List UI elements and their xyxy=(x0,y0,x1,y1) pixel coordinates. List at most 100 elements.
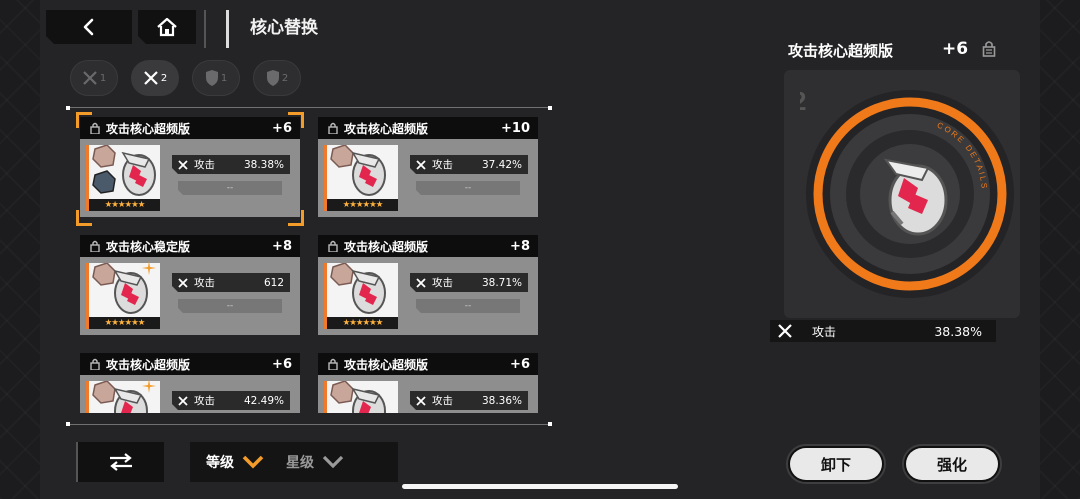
crossed-swords-icon xyxy=(416,160,426,170)
stat-row: 攻击 38.71% xyxy=(410,273,528,292)
frame-corner xyxy=(66,106,70,110)
core-name: 攻击核心超频版 xyxy=(344,239,429,254)
core-card[interactable]: 攻击核心超频版 +10 ★★★★★★ 攻击 37.42% -- xyxy=(318,117,538,219)
core-card[interactable]: 攻击核心超频版 +6 ★★★★★★ 攻击 38.36% -- xyxy=(318,353,538,413)
core-name: 攻击核心超频版 xyxy=(344,121,429,136)
core-list[interactable]: 攻击核心超频版 +6 ★★★★★★ 攻击 38.38% -- 攻击核心超频版 +… xyxy=(80,117,540,413)
card-body: ★★★★★★ 攻击 42.49% -- xyxy=(80,375,300,413)
core-gem-icon xyxy=(330,263,386,314)
lock-icon[interactable] xyxy=(982,40,996,57)
core-gem-icon xyxy=(330,381,386,413)
card-body: ★★★★★★ 攻击 38.38% -- xyxy=(80,139,300,217)
chevron-down-icon xyxy=(242,455,264,469)
lock-icon xyxy=(90,240,100,252)
stat-value: 37.42% xyxy=(481,158,522,171)
card-body: ★★★★★★ 攻击 612 -- xyxy=(80,257,300,335)
lock-icon xyxy=(328,240,338,252)
crossed-swords-icon xyxy=(178,278,188,288)
core-level: +6 xyxy=(272,356,292,372)
frame-corner xyxy=(548,106,552,110)
stat-label: 攻击 xyxy=(432,395,453,407)
lock-icon xyxy=(328,122,338,134)
card-header: 攻击核心超频版 +6 xyxy=(318,353,538,375)
sparkle-icon xyxy=(142,261,156,275)
stat-row: 攻击 37.42% xyxy=(410,155,528,174)
core-gem-icon xyxy=(92,145,156,196)
home-button[interactable] xyxy=(138,10,196,44)
card-header: 攻击核心稳定版 +8 xyxy=(80,235,300,257)
core-level: +8 xyxy=(510,238,530,254)
core-card[interactable]: 攻击核心超频版 +6 ★★★★★★ 攻击 38.38% -- xyxy=(80,117,300,219)
lock-icon xyxy=(328,358,338,370)
stat-row: 攻击 38.36% xyxy=(410,391,528,410)
core-name: 攻击核心超频版 xyxy=(106,121,191,136)
home-icon xyxy=(156,17,178,37)
sort-selector: 等级 星级 xyxy=(190,442,398,482)
secondary-stat: -- xyxy=(416,299,520,313)
core-level: +6 xyxy=(510,356,530,372)
core-image: ★★★★★★ xyxy=(324,145,398,211)
unequip-button[interactable]: 卸下 xyxy=(786,444,886,484)
slot-number: 2 xyxy=(800,86,806,116)
sort-option-level[interactable]: 等级 xyxy=(206,452,264,472)
filter-attack-2[interactable]: 2 xyxy=(131,60,179,96)
home-indicator[interactable] xyxy=(402,484,678,489)
star-rating: ★★★★★★ xyxy=(327,317,398,329)
filter-defense-1[interactable]: 1 xyxy=(192,60,240,96)
card-body: ★★★★★★ 攻击 37.42% -- xyxy=(318,139,538,217)
core-card[interactable]: 攻击核心稳定版 +8 ★★★★★★ 攻击 612 -- xyxy=(80,235,300,337)
stat-value: 42.49% xyxy=(243,394,284,407)
unequip-label: 卸下 xyxy=(790,448,882,480)
frame-edge xyxy=(68,424,550,425)
lock-icon xyxy=(90,122,100,134)
core-level: +10 xyxy=(501,120,530,136)
sort-option-star[interactable]: 星级 xyxy=(286,452,344,472)
card-body: ★★★★★★ 攻击 38.71% -- xyxy=(318,257,538,335)
crossed-swords-icon xyxy=(178,396,188,406)
crossed-swords-icon xyxy=(416,396,426,406)
core-image: ★★★★★★ xyxy=(324,263,398,329)
core-level: +6 xyxy=(272,120,292,136)
stat-value: 38.36% xyxy=(481,394,522,407)
card-body: ★★★★★★ 攻击 38.36% -- xyxy=(318,375,538,413)
stat-label: 攻击 xyxy=(194,395,215,407)
core-card[interactable]: 攻击核心超频版 +8 ★★★★★★ 攻击 38.71% -- xyxy=(318,235,538,337)
card-header: 攻击核心超频版 +6 xyxy=(80,117,300,139)
stat-row: 攻击 38.38% xyxy=(172,155,290,174)
filter-label: 2 xyxy=(160,72,168,84)
crossed-swords-icon xyxy=(144,71,158,85)
card-header: 攻击核心超频版 +10 xyxy=(318,117,538,139)
card-header: 攻击核心超频版 +8 xyxy=(318,235,538,257)
crossed-swords-icon xyxy=(83,71,97,85)
filter-defense-2[interactable]: 2 xyxy=(253,60,301,96)
stat-row: 攻击 612 xyxy=(172,273,290,292)
back-button[interactable] xyxy=(46,10,132,44)
detail-stat-value: 38.38% xyxy=(934,323,982,339)
filter-attack-1[interactable]: 1 xyxy=(70,60,118,96)
secondary-stat: -- xyxy=(416,181,520,195)
stat-value: 38.71% xyxy=(481,276,522,289)
stat-value: 38.38% xyxy=(243,158,284,171)
detail-stat-label: 攻击 xyxy=(812,324,837,339)
core-gem-icon xyxy=(330,145,386,196)
swap-order-button[interactable] xyxy=(76,442,164,482)
secondary-stat: -- xyxy=(178,181,282,195)
nav-separator xyxy=(204,10,206,48)
sort-label: 等级 xyxy=(206,455,234,471)
core-name: 攻击核心超频版 xyxy=(106,357,191,372)
detail-core-name: 攻击核心超频版 xyxy=(788,42,894,60)
frame-corner xyxy=(548,422,552,426)
chevron-left-icon xyxy=(81,18,97,36)
stat-row: 攻击 42.49% xyxy=(172,391,290,410)
filter-label: 2 xyxy=(281,72,289,84)
lock-icon xyxy=(90,358,100,370)
stat-label: 攻击 xyxy=(194,277,215,289)
shield-icon xyxy=(205,70,218,86)
secondary-stat: -- xyxy=(178,299,282,313)
core-card[interactable]: 攻击核心超频版 +6 ★★★★★★ 攻击 42.49% -- xyxy=(80,353,300,413)
enhance-button[interactable]: 强化 xyxy=(902,444,1002,484)
stat-label: 攻击 xyxy=(432,159,453,171)
card-header: 攻击核心超频版 +6 xyxy=(80,353,300,375)
core-image: ★★★★★★ xyxy=(324,381,398,413)
core-level: +8 xyxy=(272,238,292,254)
